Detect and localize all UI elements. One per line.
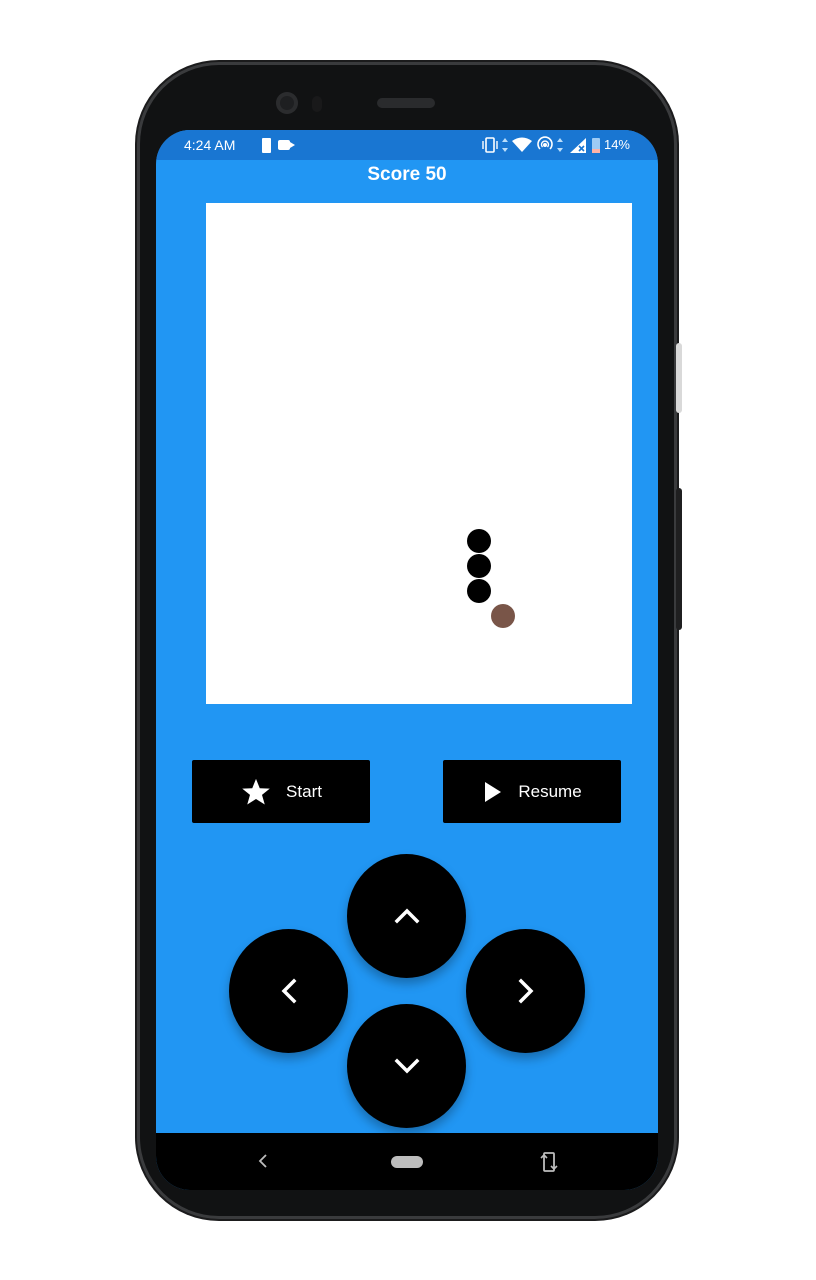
app-screen: 4:24 AM 14% Score 50 Start Resume — [156, 130, 658, 1190]
start-button[interactable]: Start — [192, 760, 370, 823]
star-icon — [240, 777, 272, 807]
dpad-left-button[interactable] — [229, 929, 348, 1053]
front-camera — [276, 92, 298, 114]
food-item — [491, 604, 515, 628]
dpad-right-button[interactable] — [466, 929, 585, 1053]
vibrate-icon — [482, 137, 498, 153]
score-title: Score 50 — [367, 164, 447, 185]
chevron-right-icon — [518, 978, 533, 1004]
hotspot-icon — [537, 136, 553, 150]
phone-volume-button — [676, 488, 682, 630]
dpad-up-button[interactable] — [347, 854, 466, 978]
rotate-screen-icon[interactable] — [540, 1150, 558, 1174]
chevron-up-icon — [394, 908, 419, 924]
resume-button[interactable]: Resume — [443, 760, 621, 823]
earpiece-speaker — [377, 98, 435, 108]
play-icon — [482, 780, 504, 804]
dpad-down-button[interactable] — [347, 1004, 466, 1128]
wifi-icon — [512, 137, 532, 152]
chevron-down-icon — [394, 1058, 419, 1074]
battery-alert-icon — [262, 138, 271, 153]
game-board — [206, 203, 632, 704]
no-signal-icon — [570, 138, 586, 153]
snake-segment — [467, 554, 491, 578]
status-time: 4:24 AM — [184, 137, 236, 153]
nav-back-icon[interactable] — [256, 1151, 270, 1171]
data-arrows-icon — [502, 138, 508, 152]
video-record-icon — [278, 140, 295, 150]
data-arrows-icon-2 — [557, 138, 563, 152]
chevron-left-icon — [281, 978, 296, 1004]
resume-label: Resume — [518, 781, 582, 801]
start-label: Start — [286, 781, 322, 801]
navigation-bar — [156, 1133, 658, 1190]
front-sensor — [312, 96, 322, 112]
nav-home-pill[interactable] — [391, 1156, 423, 1168]
snake-segment — [467, 529, 491, 553]
status-bar: 4:24 AM 14% — [156, 130, 658, 160]
phone-side-button — [676, 343, 682, 413]
snake-segment — [467, 579, 491, 603]
battery-icon — [592, 138, 600, 153]
battery-percent: 14% — [603, 137, 630, 152]
